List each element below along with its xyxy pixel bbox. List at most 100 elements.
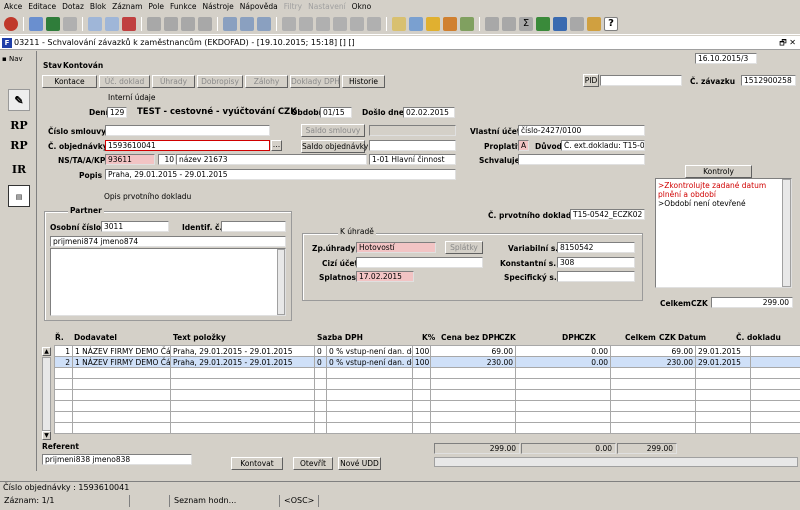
schvaluje-field[interactable] — [518, 154, 645, 165]
exit-icon[interactable] — [4, 16, 18, 31]
splatky-button[interactable]: Splátky — [445, 241, 483, 254]
variabilni-field[interactable]: 8150542 — [557, 242, 635, 253]
menu-funkce[interactable]: Funkce — [170, 2, 197, 11]
export-doc-icon[interactable] — [485, 16, 499, 31]
row-dodavatel[interactable]: 1 NÁZEV FIRMY DEMO Část — [72, 345, 171, 357]
identif-field[interactable] — [221, 221, 286, 232]
excel-icon[interactable] — [536, 16, 550, 31]
ns-field[interactable]: 93611 — [105, 154, 155, 165]
row-sazba[interactable]: 0 % vstup-není dan. dokl — [326, 345, 413, 357]
row-celkem[interactable]: 230.00 — [610, 356, 696, 368]
word-icon[interactable] — [553, 16, 567, 31]
menu-okno[interactable]: Okno — [352, 2, 372, 11]
tab-dobropisy[interactable]: Dobropisy — [197, 75, 243, 88]
konstantni-field[interactable]: 308 — [557, 257, 635, 268]
grid-scroll-down[interactable]: ▼ — [42, 431, 51, 440]
saldo-smlouvy-button[interactable]: Saldo smlouvy — [301, 124, 365, 137]
nove-udd-button[interactable]: Nové UDD — [338, 457, 381, 470]
tab-uhrady[interactable]: Úhrady — [152, 75, 195, 88]
sort-desc-icon[interactable] — [164, 16, 178, 31]
otevrit-button[interactable]: Otevřít — [293, 457, 333, 470]
splatnost-field[interactable]: 17.02.2015 — [356, 271, 414, 282]
row-c-dokladu[interactable] — [750, 345, 800, 357]
print-icon[interactable] — [223, 16, 237, 31]
search-icon[interactable] — [181, 16, 195, 31]
pid-button[interactable]: PID — [583, 74, 599, 87]
calendar-icon[interactable] — [570, 16, 584, 31]
tab-historie[interactable]: Historie — [342, 75, 385, 88]
cinnost-field[interactable]: 1-01 Hlavní činnost — [369, 154, 456, 165]
row-text[interactable]: Praha, 29.01.2015 - 29.01.2015 — [170, 345, 315, 357]
chart-icon[interactable] — [460, 16, 474, 31]
duvod-field[interactable]: Č. ext.dokladu: T15-0542 — [561, 140, 645, 151]
table-row-empty[interactable] — [54, 367, 800, 379]
popis-field[interactable]: Praha, 29.01.2015 - 29.01.2015 — [105, 169, 456, 180]
grid-hscrollbar[interactable] — [434, 457, 798, 467]
calc-icon[interactable] — [409, 16, 423, 31]
warning-icon[interactable] — [443, 16, 457, 31]
cut-icon[interactable] — [282, 16, 296, 31]
row-sazba[interactable]: 0 % vstup-není dan. dokl — [326, 356, 413, 368]
sort-asc-icon[interactable] — [147, 16, 161, 31]
cislo-smlouvy-field[interactable] — [105, 125, 270, 136]
cizi-ucet-field[interactable] — [356, 257, 483, 268]
save-icon[interactable] — [46, 16, 60, 31]
menu-editace[interactable]: Editace — [28, 2, 56, 11]
pid-input[interactable] — [600, 75, 682, 86]
row-datum[interactable]: 29.01.2015 — [695, 356, 751, 368]
row-dph[interactable]: 0.00 — [515, 356, 611, 368]
copy-icon[interactable] — [105, 16, 119, 31]
row-k[interactable]: 100 — [412, 345, 431, 357]
sum-icon[interactable]: Σ — [519, 16, 533, 31]
row-bez[interactable]: 69.00 — [430, 345, 516, 357]
menu-nastroje[interactable]: Nástroje — [202, 2, 233, 11]
row-datum[interactable]: 29.01.2015 — [695, 345, 751, 357]
export-icon[interactable] — [316, 16, 330, 31]
tab-kontace[interactable]: Kontace — [42, 75, 97, 88]
row-dph[interactable]: 0.00 — [515, 345, 611, 357]
tab-uc-doklad[interactable]: Úč. doklad — [99, 75, 150, 88]
row-k[interactable]: 100 — [412, 356, 431, 368]
table-row-empty[interactable] — [54, 422, 800, 434]
saldo-objednavky-button[interactable]: Saldo objednávky — [301, 140, 368, 153]
tab-doklady-dph[interactable]: Doklady DPH — [290, 75, 340, 88]
cislo-zavazku-field[interactable]: 1512900258 — [741, 75, 796, 86]
list-icon[interactable] — [350, 16, 364, 31]
prvotni-field[interactable]: T15-0542_ECZK02 — [570, 209, 645, 220]
row-text[interactable]: Praha, 29.01.2015 - 29.01.2015 — [170, 356, 315, 368]
menu-dotaz[interactable]: Dotaz — [62, 2, 84, 11]
menu-blok[interactable]: Blok — [90, 2, 106, 11]
window-controls[interactable]: 🗗 ✕ — [779, 37, 796, 51]
c-objednavky-field[interactable]: 1593610041 — [105, 140, 270, 151]
delete-icon[interactable] — [122, 16, 136, 31]
star-icon[interactable] — [426, 16, 440, 31]
print-preview-icon[interactable] — [240, 16, 254, 31]
table-row-empty[interactable] — [54, 389, 800, 401]
user-icon[interactable] — [587, 16, 601, 31]
table-row-empty[interactable] — [54, 378, 800, 390]
row-dodavatel[interactable]: 1 NÁZEV FIRMY DEMO Část — [72, 356, 171, 368]
menu-pole[interactable]: Pole — [148, 2, 164, 11]
row-sazba-code[interactable]: 0 — [314, 356, 327, 368]
zp-uhrady-field[interactable]: Hotovostí — [356, 242, 436, 253]
rp-icon[interactable]: RP — [8, 115, 30, 137]
columns-icon[interactable] — [367, 16, 381, 31]
table-row[interactable]: 2 1 NÁZEV FIRMY DEMO Část Praha, 29.01.2… — [54, 356, 800, 368]
tab-zalohy[interactable]: Zálohy — [245, 75, 288, 88]
row-celkem[interactable]: 69.00 — [610, 345, 696, 357]
row-bez[interactable]: 230.00 — [430, 356, 516, 368]
mail-icon[interactable] — [257, 16, 271, 31]
partner-scrollbar[interactable] — [277, 249, 285, 315]
row-sazba-code[interactable]: 0 — [314, 345, 327, 357]
ir-icon[interactable]: IR — [8, 159, 30, 181]
filter-icon[interactable] — [198, 16, 212, 31]
table-row[interactable]: 1 1 NÁZEV FIRMY DEMO Část Praha, 29.01.2… — [54, 345, 800, 357]
invoice-icon[interactable]: ▤ — [8, 185, 30, 207]
doslo-dne-field[interactable]: 02.02.2015 — [403, 107, 455, 118]
clock-icon[interactable] — [502, 16, 516, 31]
grid-scroll-up[interactable]: ▲ — [42, 347, 51, 356]
nav-button[interactable]: ▪ Nav — [2, 55, 23, 63]
new-record-icon[interactable] — [29, 16, 43, 31]
rp-icon-2[interactable]: RP — [8, 135, 30, 157]
report-icon[interactable] — [392, 16, 406, 31]
